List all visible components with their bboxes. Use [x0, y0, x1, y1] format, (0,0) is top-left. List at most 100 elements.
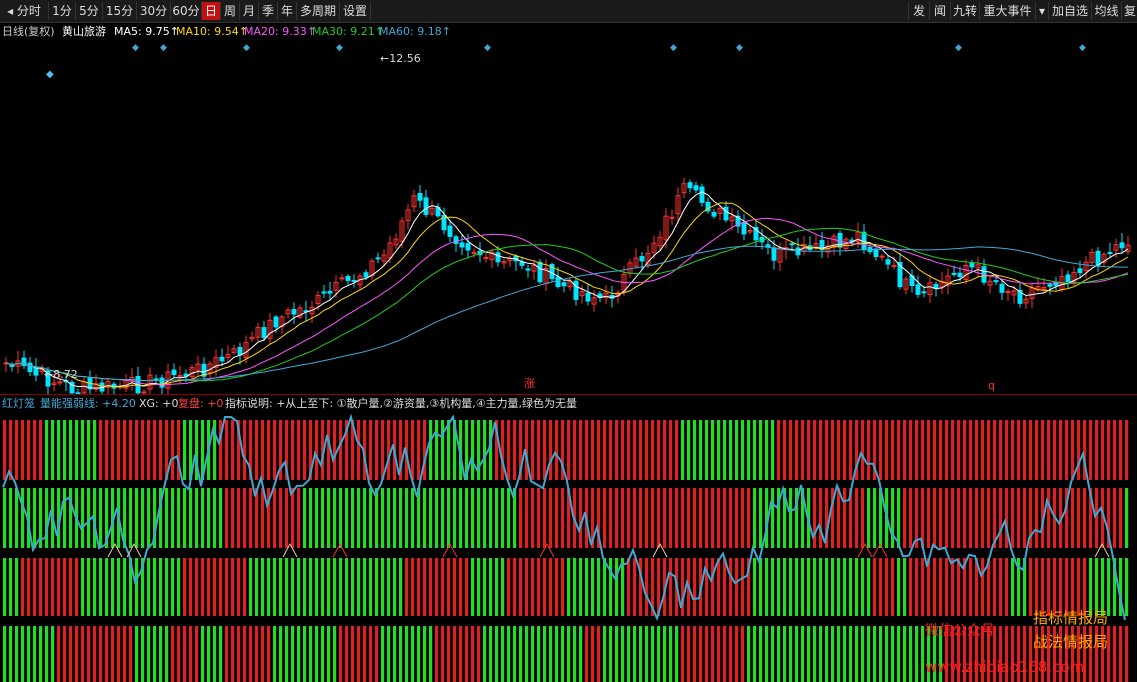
tab-1min[interactable]: 1分: [49, 2, 76, 20]
chevron-down-icon[interactable]: ▾: [1035, 2, 1048, 20]
tab-5min[interactable]: 5分: [76, 2, 103, 20]
tab-news[interactable]: 闻: [929, 2, 950, 20]
volume-bar: [741, 626, 745, 682]
volume-bar: [669, 488, 673, 548]
volume-bar: [627, 488, 631, 548]
volume-bar: [843, 488, 847, 548]
volume-bar: [333, 626, 337, 682]
volume-bar: [195, 626, 199, 682]
tab-major-events[interactable]: 重大事件: [979, 2, 1035, 20]
volume-bar: [1125, 420, 1129, 480]
volume-bar: [1065, 420, 1069, 480]
tab-week[interactable]: 周: [221, 2, 240, 20]
tab-day[interactable]: 日: [202, 2, 221, 20]
candlestick-chart[interactable]: ◆ ◆ ◆ ◆ ◆ ◆ ◆ ◆ ◆ ◆ ←12.56 ←8.72 涨 q: [0, 40, 1137, 395]
volume-bar: [315, 420, 319, 480]
volume-bar: [1113, 420, 1117, 480]
tab-ma-lines[interactable]: 均线: [1091, 2, 1121, 20]
volume-bar: [555, 626, 559, 682]
volume-bar: [381, 558, 385, 616]
tab-month[interactable]: 月: [240, 2, 259, 20]
volume-bar: [663, 420, 667, 480]
volume-bar: [609, 558, 613, 616]
volume-bar: [435, 420, 439, 480]
volume-bar: [1029, 420, 1033, 480]
volume-bar: [765, 626, 769, 682]
volume-bar: [849, 558, 853, 616]
tab-year[interactable]: 年: [278, 2, 297, 20]
volume-bar: [117, 558, 121, 616]
candle-body: [639, 256, 645, 262]
volume-bar: [669, 626, 673, 682]
add-watchlist-button[interactable]: 加自选: [1048, 2, 1091, 20]
volume-bar: [75, 626, 79, 682]
volume-bar: [1077, 488, 1081, 548]
tab-nine-turn[interactable]: 九转: [950, 2, 979, 20]
volume-bar: [627, 558, 631, 616]
tab-60min[interactable]: 60分: [171, 2, 202, 20]
candle-body: [525, 268, 531, 271]
volume-bar: [909, 420, 913, 480]
tab-fa[interactable]: 发: [908, 2, 929, 20]
volume-bar: [1005, 558, 1009, 616]
volume-bar: [975, 420, 979, 480]
indicator-chart[interactable]: [0, 412, 1137, 682]
tab-settings[interactable]: 设置: [340, 2, 371, 20]
volume-bar: [1113, 626, 1117, 682]
volume-bar: [225, 558, 229, 616]
volume-bar: [543, 626, 547, 682]
volume-bar: [165, 488, 169, 548]
volume-bar: [273, 488, 277, 548]
volume-bar: [3, 420, 7, 480]
volume-bar: [417, 626, 421, 682]
volume-bar: [261, 488, 265, 548]
candle-body: [957, 272, 963, 278]
volume-bar: [225, 488, 229, 548]
tab-multi-period[interactable]: 多周期: [297, 2, 340, 20]
volume-bar: [501, 558, 505, 616]
tab-restore[interactable]: 复: [1121, 2, 1137, 20]
volume-bar: [1125, 626, 1129, 682]
volume-bar: [603, 488, 607, 548]
volume-bar: [369, 488, 373, 548]
volume-bar: [315, 626, 319, 682]
volume-bar: [21, 420, 25, 480]
volume-bar: [99, 626, 103, 682]
volume-bar: [711, 558, 715, 616]
volume-bar: [885, 626, 889, 682]
volume-bar: [579, 558, 583, 616]
volume-bar: [507, 488, 511, 548]
volume-bar: [495, 558, 499, 616]
volume-bar: [327, 558, 331, 616]
tab-30min[interactable]: 30分: [137, 2, 171, 20]
watermark-brand-2: 战法情报局: [1033, 633, 1109, 651]
volume-bar: [189, 488, 193, 548]
volume-bar: [741, 420, 745, 480]
volume-bar: [963, 488, 967, 548]
volume-bar: [153, 420, 157, 480]
volume-bar: [405, 558, 409, 616]
volume-bar: [99, 488, 103, 548]
candle-body: [375, 257, 381, 260]
volume-bar: [411, 558, 415, 616]
volume-bar: [267, 558, 271, 616]
volume-bar: [999, 420, 1003, 480]
volume-bar: [705, 488, 709, 548]
volume-bar: [33, 488, 37, 548]
volume-bar: [969, 420, 973, 480]
indicator-description: 指标说明: +从上至下: ①散户量,②游资量,③机构量,④主力量,绿色为无量: [225, 397, 578, 410]
volume-bar: [123, 626, 127, 682]
volume-bar: [255, 488, 259, 548]
volume-bar: [897, 420, 901, 480]
volume-bar: [399, 558, 403, 616]
tab-quarter[interactable]: 季: [259, 2, 278, 20]
volume-bar: [429, 488, 433, 548]
volume-bar: [945, 558, 949, 616]
volume-bar: [795, 626, 799, 682]
tab-15min[interactable]: 15分: [103, 2, 137, 20]
volume-bar: [813, 558, 817, 616]
volume-bar: [201, 626, 205, 682]
candle-body: [861, 231, 867, 250]
candle-body: [999, 283, 1005, 293]
tab-intraday[interactable]: ◂ 分时: [0, 2, 49, 20]
